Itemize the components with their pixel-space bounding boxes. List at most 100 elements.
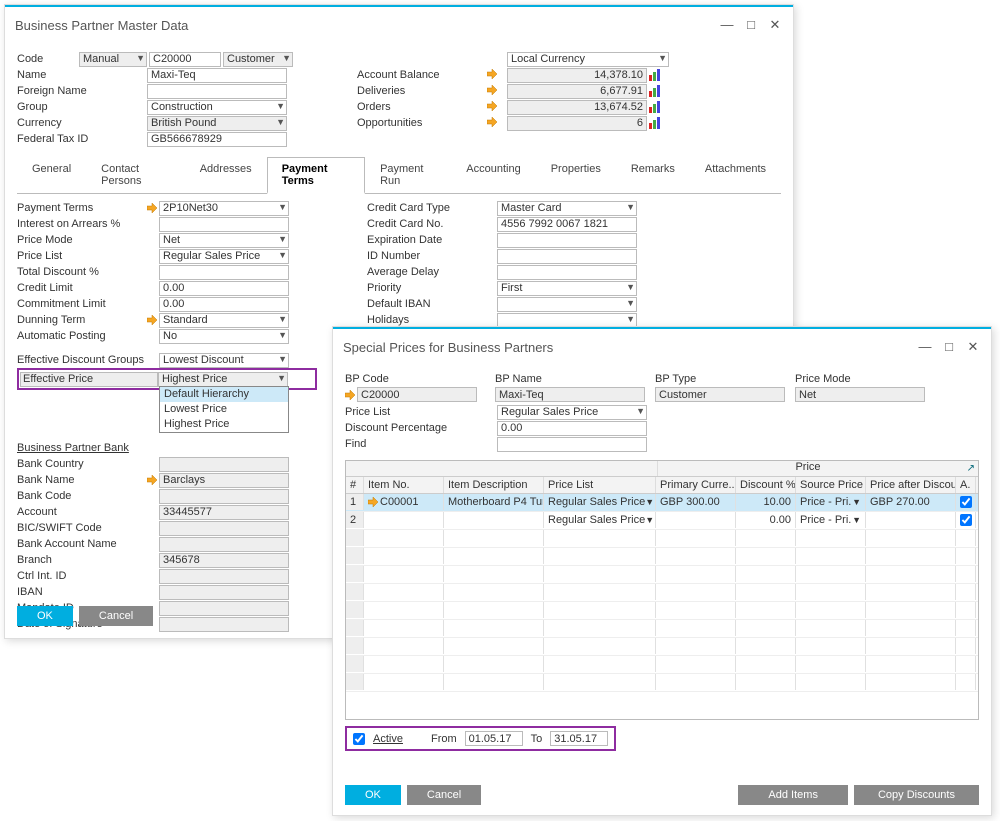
find-field[interactable] [497, 437, 647, 452]
link-arrow-icon[interactable] [487, 101, 497, 111]
tab-remarks[interactable]: Remarks [616, 157, 690, 193]
link-arrow-icon[interactable] [487, 69, 497, 79]
price-list-field2[interactable]: Regular Sales Price▼ [497, 405, 647, 420]
dunning-field[interactable]: Standard▼ [159, 313, 289, 328]
tax-field[interactable]: GB566678929 [147, 132, 287, 147]
table-row[interactable] [346, 530, 978, 548]
commit-limit-field[interactable]: 0.00 [159, 297, 289, 312]
table-row[interactable]: 1 C00001 Motherboard P4 Turb Regular Sal… [346, 494, 978, 512]
table-row[interactable] [346, 566, 978, 584]
tab-accounting[interactable]: Accounting [451, 157, 535, 193]
expand-icon[interactable]: ↗ [967, 463, 975, 474]
col-primary[interactable]: Primary Curre... [656, 477, 736, 493]
auto-post-label: Automatic Posting [17, 330, 147, 342]
link-arrow-icon[interactable] [147, 475, 157, 485]
table-row[interactable] [346, 548, 978, 566]
from-field[interactable]: 01.05.17 [465, 731, 523, 746]
link-arrow-icon[interactable] [368, 497, 378, 507]
payment-terms-field[interactable]: 2P10Net30▼ [159, 201, 289, 216]
group-field[interactable]: Construction▼ [147, 100, 287, 115]
priority-field[interactable]: First▼ [497, 281, 637, 296]
link-arrow-icon[interactable] [147, 315, 157, 325]
bp-name-field: Maxi-Teq [495, 387, 645, 402]
link-arrow-icon[interactable] [345, 390, 355, 400]
to-field[interactable]: 31.05.17 [550, 731, 608, 746]
bars-icon[interactable] [649, 85, 663, 97]
maximize-icon[interactable]: □ [743, 17, 759, 33]
foreign-field[interactable] [147, 84, 287, 99]
bic-label: BIC/SWIFT Code [17, 522, 147, 534]
col-num[interactable]: # [346, 477, 364, 493]
tab-addresses[interactable]: Addresses [185, 157, 267, 193]
table-row[interactable]: 2 Regular Sales Price▼ 0.00 Price - Pri.… [346, 512, 978, 530]
col-after[interactable]: Price after Discount [866, 477, 956, 493]
table-row[interactable] [346, 674, 978, 692]
table-row[interactable] [346, 602, 978, 620]
total-disc-field[interactable] [159, 265, 289, 280]
cc-type-field[interactable]: Master Card▼ [497, 201, 637, 216]
credit-limit-field[interactable]: 0.00 [159, 281, 289, 296]
minimize-icon[interactable]: — [917, 339, 933, 355]
eff-price-field[interactable]: Highest Price▼ [158, 372, 288, 387]
code-value[interactable]: C20000 [149, 52, 221, 67]
id-field[interactable] [497, 249, 637, 264]
cancel-button[interactable]: Cancel [407, 785, 481, 805]
link-arrow-icon[interactable] [147, 203, 157, 213]
table-row[interactable] [346, 656, 978, 674]
disc-pct-field[interactable]: 0.00 [497, 421, 647, 436]
table-row[interactable] [346, 584, 978, 602]
link-arrow-icon[interactable] [487, 117, 497, 127]
ok-button[interactable]: OK [345, 785, 401, 805]
table-row[interactable] [346, 638, 978, 656]
bp-name-label: BP Name [495, 373, 542, 385]
code-type[interactable]: Manual▼ [79, 52, 147, 67]
bars-icon[interactable] [649, 117, 663, 129]
price-mode-field[interactable]: Net▼ [159, 233, 289, 248]
tab-attachments[interactable]: Attachments [690, 157, 781, 193]
tab-properties[interactable]: Properties [536, 157, 616, 193]
dropdown-option[interactable]: Highest Price [160, 417, 288, 432]
active-checkbox[interactable] [353, 733, 365, 745]
currency-field[interactable]: British Pound▼ [147, 116, 287, 131]
def-iban-field[interactable]: ▼ [497, 297, 637, 312]
titlebar: Special Prices for Business Partners — □… [333, 327, 991, 365]
table-row[interactable] [346, 620, 978, 638]
close-icon[interactable]: ✕ [965, 339, 981, 355]
name-field[interactable]: Maxi-Teq [147, 68, 287, 83]
code-kind[interactable]: Customer▼ [223, 52, 293, 67]
tab-general[interactable]: General [17, 157, 86, 193]
col-pricelist[interactable]: Price List [544, 477, 656, 493]
cancel-button[interactable]: Cancel [79, 606, 153, 626]
col-source[interactable]: Source Price [796, 477, 866, 493]
tab-contacts[interactable]: Contact Persons [86, 157, 185, 193]
copy-discounts-button[interactable]: Copy Discounts [854, 785, 979, 805]
bars-icon[interactable] [649, 69, 663, 81]
col-disc[interactable]: Discount % [736, 477, 796, 493]
exp-field[interactable] [497, 233, 637, 248]
col-active[interactable]: A. [956, 477, 976, 493]
minimize-icon[interactable]: — [719, 17, 735, 33]
add-items-button[interactable]: Add Items [738, 785, 848, 805]
auto-post-field[interactable]: No▼ [159, 329, 289, 344]
local-currency-field[interactable]: Local Currency▼ [507, 52, 669, 67]
dropdown-option[interactable]: Lowest Price [160, 402, 288, 417]
dropdown-option[interactable]: Default Hierarchy [160, 387, 288, 402]
ok-button[interactable]: OK [17, 606, 73, 626]
tab-payment-terms[interactable]: Payment Terms [267, 157, 365, 194]
bank-country-field[interactable] [159, 457, 289, 472]
price-list-field[interactable]: Regular Sales Price▼ [159, 249, 289, 264]
eff-disc-field[interactable]: Lowest Discount▼ [159, 353, 289, 368]
link-arrow-icon[interactable] [487, 85, 497, 95]
cc-no-field[interactable]: 4556 7992 0067 1821 [497, 217, 637, 232]
interest-field[interactable] [159, 217, 289, 232]
tab-payment-run[interactable]: Payment Run [365, 157, 451, 193]
bars-icon[interactable] [649, 101, 663, 113]
special-prices-window: Special Prices for Business Partners — □… [332, 326, 992, 816]
avg-delay-field[interactable] [497, 265, 637, 280]
close-icon[interactable]: ✕ [767, 17, 783, 33]
bp-bank-link[interactable]: Business Partner Bank [17, 442, 147, 454]
maximize-icon[interactable]: □ [941, 339, 957, 355]
currency-label: Currency [17, 117, 147, 129]
col-desc[interactable]: Item Description [444, 477, 544, 493]
col-item[interactable]: Item No. [364, 477, 444, 493]
